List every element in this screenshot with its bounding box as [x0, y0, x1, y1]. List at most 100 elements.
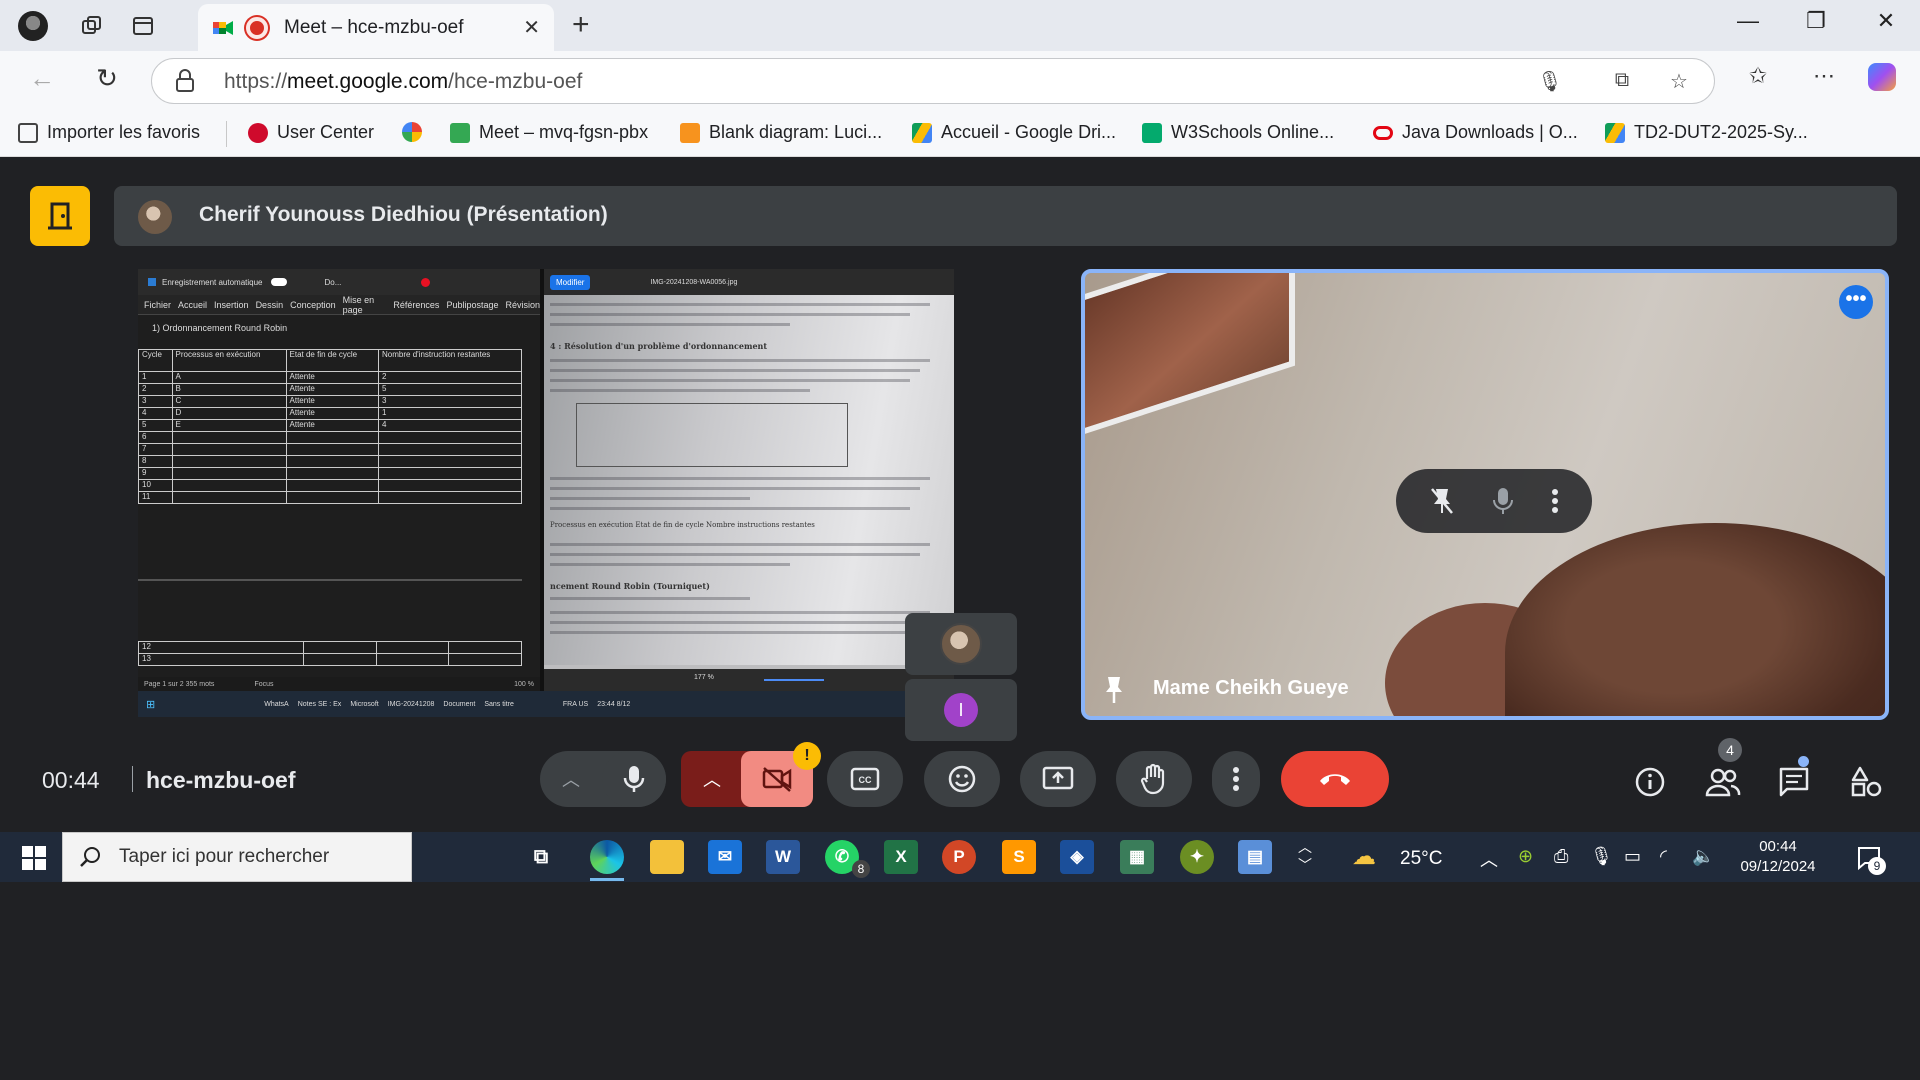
bookmark-google[interactable]: [402, 122, 431, 142]
address-bar[interactable]: https://meet.google.com/hce-mzbu-oef 🎙 ⧉…: [151, 58, 1715, 104]
app-icon[interactable]: ▦: [1120, 840, 1154, 874]
microphone-icon[interactable]: 🎙: [1537, 69, 1563, 95]
copilot-icon[interactable]: [1868, 63, 1904, 91]
chat-icon[interactable]: [1774, 762, 1814, 802]
word-window: Enregistrement automatique Do... Fichier…: [138, 269, 540, 717]
ribbon-tab[interactable]: Fichier: [144, 300, 171, 310]
presentation-banner: Cherif Younouss Diedhiou (Présentation): [114, 186, 1897, 246]
tab-actions-icon[interactable]: [127, 10, 159, 42]
self-view-tile[interactable]: [905, 613, 1017, 675]
edge-icon[interactable]: [590, 840, 624, 874]
windows-start-icon[interactable]: [22, 846, 46, 870]
unpin-icon[interactable]: [1429, 486, 1455, 516]
restore-icon[interactable]: ❐: [1796, 8, 1836, 34]
tray-app-icon[interactable]: ⊕: [1518, 846, 1533, 867]
bookmark-import[interactable]: Importer les favoris: [18, 122, 200, 143]
sublime-icon[interactable]: S: [1002, 840, 1036, 874]
virtualbox-icon[interactable]: ◈: [1060, 840, 1094, 874]
ribbon-tab[interactable]: Accueil: [178, 300, 207, 310]
volume-icon[interactable]: 🔈: [1692, 846, 1714, 867]
workspaces-icon[interactable]: [76, 10, 108, 42]
table-row: 9: [138, 467, 522, 480]
bookmark-td2[interactable]: TD2-DUT2-2025-Sy...: [1605, 122, 1808, 143]
window-close-icon[interactable]: ✕: [1866, 8, 1906, 34]
camera-warning-badge: !: [793, 742, 821, 770]
tile-more-options-icon[interactable]: •••: [1839, 285, 1873, 319]
cell: 13: [138, 653, 305, 666]
new-tab-icon[interactable]: +: [572, 8, 590, 42]
notification-center[interactable]: 9: [1856, 845, 1886, 876]
schedule-table: Cycle Processus en exécution Etat de fin…: [138, 349, 522, 504]
meeting-details-icon[interactable]: [1630, 762, 1670, 802]
ribbon-tab[interactable]: Conception: [290, 300, 336, 310]
bookmark-meet[interactable]: Meet – mvq-fgsn-pbx: [450, 122, 648, 143]
profile-avatar[interactable]: [17, 10, 49, 42]
audio-options-button[interactable]: ︿: [540, 751, 666, 807]
scan-heading: 4 : Résolution d'un problème d'ordonnanc…: [550, 341, 768, 351]
task-view-icon[interactable]: ⧉: [524, 840, 558, 874]
favorites-icon[interactable]: ✩: [1740, 63, 1776, 89]
tray-clock[interactable]: 00:44 09/12/2024: [1740, 837, 1816, 877]
bookmark-lucid[interactable]: Blank diagram: Luci...: [680, 122, 882, 143]
active-tab[interactable]: Meet – hce-mzbu-oef ✕: [198, 4, 554, 51]
chevron-up-icon: ︿: [703, 770, 721, 790]
wall-frame: [1085, 273, 1295, 441]
file-explorer-icon[interactable]: [650, 840, 684, 874]
bookmark-drive[interactable]: Accueil - Google Dri...: [912, 122, 1116, 143]
favorite-star-icon[interactable]: ☆: [1666, 69, 1692, 95]
app-icon[interactable]: ✦: [1180, 840, 1214, 874]
ribbon-tab[interactable]: Mise en page: [343, 295, 387, 315]
photo-modify-button[interactable]: Modifier: [550, 274, 591, 290]
minimize-icon[interactable]: —: [1728, 8, 1768, 34]
cell: 5: [138, 419, 173, 432]
tray-overflow-icon[interactable]: ︿ ﹀: [1298, 838, 1312, 874]
scan-process-table: [576, 403, 848, 467]
closed-captions-icon: CC: [850, 767, 880, 791]
tray-mic-icon[interactable]: 🎙: [1590, 846, 1613, 867]
oracle-icon: [1373, 125, 1393, 140]
excel-icon[interactable]: X: [884, 840, 918, 874]
reactions-button[interactable]: [924, 751, 1000, 807]
reload-icon[interactable]: ↻: [89, 63, 125, 94]
bookmark-java[interactable]: Java Downloads | O...: [1373, 122, 1578, 143]
mic-toggle[interactable]: [602, 751, 666, 807]
ribbon-tab[interactable]: Révision: [505, 300, 540, 310]
ribbon-tab[interactable]: Insertion: [214, 300, 249, 310]
ribbon-tab[interactable]: Publipostage: [446, 300, 498, 310]
app-icon[interactable]: ▤: [1238, 840, 1272, 874]
mail-icon[interactable]: ✉: [708, 840, 742, 874]
more-vert-icon[interactable]: [1551, 488, 1559, 514]
back-icon[interactable]: ←: [24, 63, 60, 94]
tray-chevron-icon[interactable]: ︿: [1480, 846, 1498, 872]
site-info-icon[interactable]: [174, 69, 196, 93]
battery-icon[interactable]: ▭: [1624, 846, 1641, 867]
zoom-slider[interactable]: [764, 679, 824, 681]
people-icon[interactable]: [1703, 762, 1743, 802]
windows-search-box[interactable]: Taper ici pour rechercher: [62, 832, 412, 882]
activities-icon[interactable]: [1846, 762, 1886, 802]
cell: 1: [378, 407, 522, 420]
wifi-icon[interactable]: ◜: [1660, 846, 1667, 867]
tab-close-icon[interactable]: ✕: [523, 15, 540, 40]
word-icon[interactable]: W: [766, 840, 800, 874]
mute-participant-icon[interactable]: [1492, 486, 1514, 516]
leave-call-button[interactable]: [1281, 751, 1389, 807]
page-break: [138, 579, 522, 581]
participant-tile-initial[interactable]: I: [905, 679, 1017, 741]
emoji-icon: [948, 765, 976, 793]
participant-tile[interactable]: ••• Mame Cheikh Gueye: [1081, 269, 1889, 720]
more-menu-icon[interactable]: ⋯: [1806, 63, 1842, 89]
bookmark-w3schools[interactable]: W3Schools Online...: [1142, 122, 1334, 143]
raise-hand-button[interactable]: [1116, 751, 1192, 807]
tray-app-icon[interactable]: ⎙: [1554, 846, 1568, 867]
captions-button[interactable]: CC: [827, 751, 903, 807]
bookmark-user-center[interactable]: User Center: [248, 122, 374, 143]
ribbon-tab[interactable]: Références: [393, 300, 439, 310]
cast-icon[interactable]: ⧉: [1609, 69, 1635, 95]
companion-mode-button[interactable]: [30, 186, 90, 246]
present-button[interactable]: [1020, 751, 1096, 807]
ribbon-tab[interactable]: Dessin: [256, 300, 284, 310]
more-options-button[interactable]: [1212, 751, 1260, 807]
weather-icon[interactable]: ☁: [1352, 842, 1376, 871]
powerpoint-icon[interactable]: P: [942, 840, 976, 874]
